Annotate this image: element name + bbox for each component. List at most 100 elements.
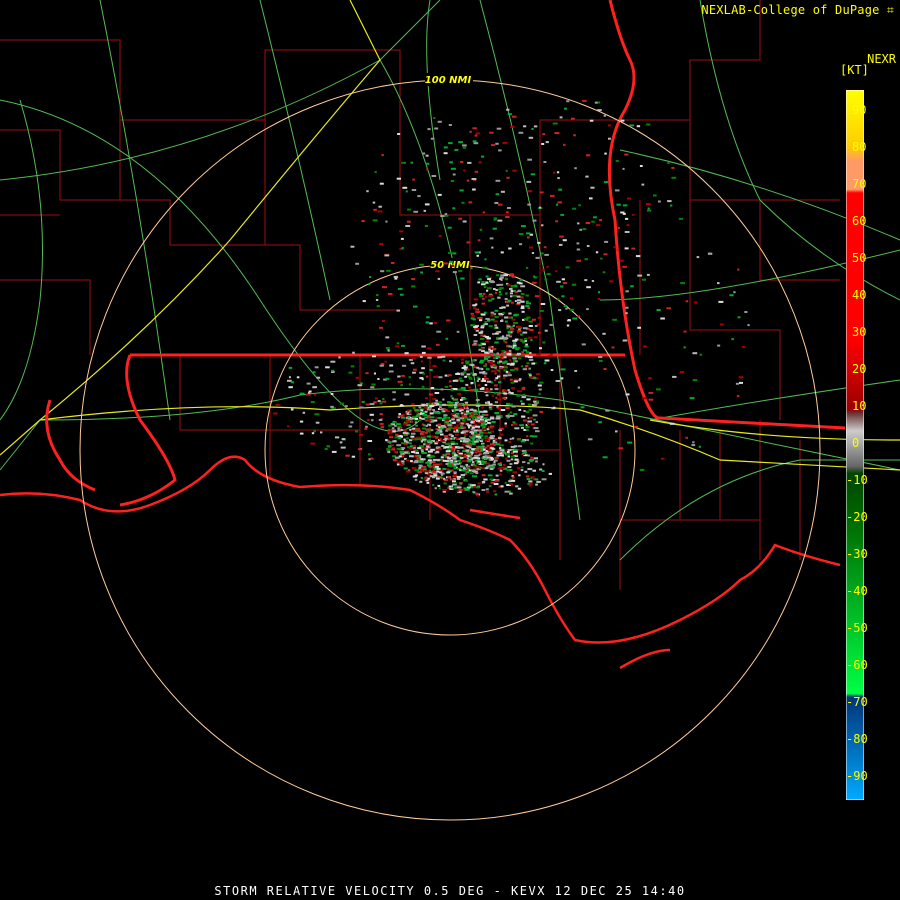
echo-pixel	[433, 375, 439, 378]
echo-pixel	[639, 165, 643, 167]
echo-pixel	[402, 432, 407, 434]
echo-pixel	[528, 408, 533, 411]
echo-pixel	[489, 416, 495, 419]
echo-pixel	[471, 451, 474, 454]
echo-pixel	[603, 181, 609, 184]
logo-icon: ⌗	[887, 3, 894, 17]
echo-pixel	[485, 281, 488, 284]
echo-pixel	[476, 380, 479, 382]
echo-pixel	[456, 475, 461, 478]
echo-pixel	[511, 437, 515, 440]
echo-pixel	[669, 422, 675, 425]
echo-pixel	[416, 413, 420, 416]
echo-pixel	[484, 455, 488, 458]
echo-pixel	[561, 295, 565, 298]
echo-pixel	[438, 437, 443, 440]
echo-pixel	[470, 312, 474, 315]
echo-pixel	[481, 481, 485, 484]
echo-pixel	[539, 410, 544, 413]
echo-pixel	[452, 388, 458, 390]
echo-pixel	[448, 405, 453, 408]
county-borders	[0, 0, 840, 590]
echo-pixel	[578, 204, 581, 207]
echo-pixel	[469, 446, 472, 449]
echo-pixel	[637, 326, 641, 329]
echo-pixel	[576, 259, 581, 262]
echo-pixel	[406, 459, 410, 462]
echo-pixel	[531, 281, 537, 284]
echo-pixel	[511, 405, 516, 408]
echo-pixel	[448, 142, 453, 145]
echo-pixel	[486, 337, 491, 340]
echo-pixel	[459, 189, 464, 192]
echo-pixel	[421, 427, 426, 430]
echo-pixel	[530, 477, 533, 480]
echo-pixel	[483, 286, 487, 289]
echo-pixel	[498, 381, 502, 384]
echo-pixel	[481, 155, 485, 158]
echo-pixel	[426, 435, 432, 438]
echo-pixel	[373, 372, 376, 375]
echo-pixel	[480, 334, 485, 337]
echo-pixel	[512, 324, 515, 327]
echo-pixel	[493, 353, 496, 356]
echo-pixel	[378, 205, 382, 208]
echo-pixel	[425, 397, 428, 400]
echo-pixel	[507, 207, 511, 209]
echo-pixel	[631, 247, 636, 250]
echo-pixel	[742, 346, 745, 348]
echo-pixel	[374, 171, 377, 174]
echo-pixel	[393, 440, 397, 443]
echo-pixel	[455, 379, 459, 382]
echo-pixel	[444, 421, 449, 424]
echo-pixel	[521, 402, 525, 405]
echo-pixel	[589, 197, 593, 200]
echo-pixel	[411, 285, 416, 288]
echo-pixel	[438, 234, 442, 237]
echo-pixel	[418, 464, 423, 467]
echo-pixel	[509, 492, 513, 495]
echo-pixel	[506, 402, 510, 405]
echo-pixel	[515, 360, 518, 363]
echo-pixel	[490, 370, 496, 373]
echo-pixel	[449, 478, 455, 481]
echo-pixel	[507, 299, 512, 302]
echo-pixel	[624, 247, 629, 250]
echo-pixel	[382, 320, 386, 322]
echo-pixel	[460, 160, 464, 163]
coastline	[0, 455, 841, 670]
echo-pixel	[470, 432, 475, 435]
echo-pixel	[530, 456, 533, 459]
echo-pixel	[520, 293, 525, 295]
echo-pixel	[475, 311, 480, 313]
echo-pixel	[411, 189, 417, 191]
echo-pixel	[467, 386, 471, 389]
echo-pixel	[493, 490, 497, 493]
echo-pixel	[386, 448, 391, 451]
echo-pixel	[484, 321, 487, 323]
echo-pixel	[460, 379, 464, 382]
echo-pixel	[465, 383, 469, 386]
echo-pixel	[597, 109, 602, 112]
echo-pixel	[527, 336, 533, 339]
echo-pixel	[406, 432, 409, 435]
echo-pixel	[550, 353, 553, 356]
echo-pixel	[504, 424, 507, 427]
echo-pixel	[468, 412, 472, 415]
echo-pixel	[429, 322, 433, 325]
echo-pixel	[467, 161, 472, 164]
echo-pixel	[642, 397, 647, 400]
echo-pixel	[433, 467, 437, 470]
echo-pixel	[480, 337, 485, 340]
echo-pixel	[692, 352, 698, 355]
echo-pixel	[459, 457, 462, 459]
echo-pixel	[581, 343, 586, 346]
scale-tick: 80	[852, 140, 867, 154]
echo-pixel	[429, 412, 434, 415]
echo-pixel	[546, 273, 551, 276]
echo-pixel	[505, 414, 510, 417]
echo-pixel	[483, 462, 487, 465]
echo-pixel	[497, 398, 502, 401]
echo-pixel	[450, 441, 455, 444]
echo-pixel	[355, 430, 359, 433]
